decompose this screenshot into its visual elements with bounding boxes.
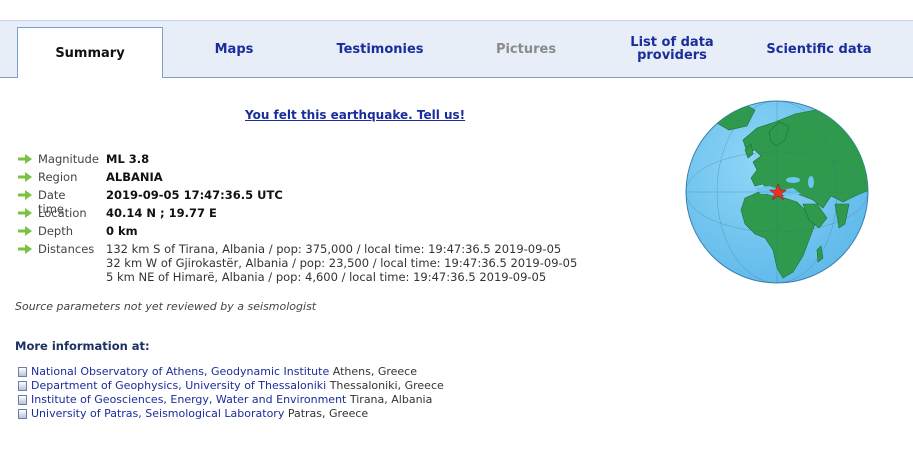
datetime-value: 2019-09-05 17:47:36.5 UTC: [106, 188, 283, 202]
distance-line: 32 km W of Gjirokastër, Albania / pop: 2…: [106, 256, 578, 270]
tab-testimonies[interactable]: Testimonies: [318, 21, 442, 77]
link-patras[interactable]: University of Patras, Seismological Labo…: [31, 407, 284, 420]
magnitude-value: ML 3.8: [106, 152, 150, 166]
green-arrow-icon: [18, 190, 32, 200]
tab-bar: Summary Maps Testimonies Pictures List o…: [0, 20, 913, 78]
tab-pictures: Pictures: [495, 41, 557, 57]
link-igewe[interactable]: Institute of Geosciences, Energy, Water …: [31, 393, 346, 406]
source-note: Source parameters not yet reviewed by a …: [15, 300, 317, 313]
distances-list: 132 km S of Tirana, Albania / pop: 375,0…: [106, 242, 577, 284]
link-place: Athens, Greece: [332, 365, 417, 378]
magnitude-label: Magnitude: [38, 152, 99, 166]
page-bullet-icon: [18, 395, 27, 405]
link-place: Thessaloniki, Greece: [329, 379, 444, 392]
distances-label: Distances: [38, 242, 95, 256]
depth-value: 0 km: [106, 224, 138, 238]
link-place: Tirana, Albania: [349, 393, 433, 406]
location-label: Location: [38, 206, 87, 220]
region-label: Region: [38, 170, 78, 184]
link-place: Patras, Greece: [287, 407, 369, 420]
depth-label: Depth: [38, 224, 74, 238]
green-arrow-icon: [18, 154, 32, 164]
green-arrow-icon: [18, 208, 32, 218]
page-bullet-icon: [18, 381, 27, 391]
green-arrow-icon: [18, 172, 32, 182]
tab-data-providers[interactable]: List of data providers: [612, 21, 732, 77]
globe-map[interactable]: [685, 100, 869, 284]
distance-line: 5 km NE of Himarë, Albania / pop: 4,600 …: [106, 270, 547, 284]
link-thessaloniki[interactable]: Department of Geophysics, University of …: [31, 379, 326, 392]
page-bullet-icon: [18, 367, 27, 377]
tab-maps[interactable]: Maps: [175, 21, 293, 77]
green-arrow-icon: [18, 226, 32, 236]
region-value: ALBANIA: [106, 170, 163, 184]
felt-earthquake-link[interactable]: You felt this earthquake. Tell us!: [245, 108, 465, 122]
more-info-heading: More information at:: [15, 339, 150, 353]
link-noa[interactable]: National Observatory of Athens, Geodynam…: [31, 365, 329, 378]
tab-scientific-data[interactable]: Scientific data: [755, 21, 883, 77]
location-value: 40.14 N ; 19.77 E: [106, 206, 217, 220]
green-arrow-icon: [18, 244, 32, 254]
tab-summary[interactable]: Summary: [17, 27, 163, 78]
page-bullet-icon: [18, 409, 27, 419]
distance-line: 132 km S of Tirana, Albania / pop: 375,0…: [106, 242, 562, 256]
